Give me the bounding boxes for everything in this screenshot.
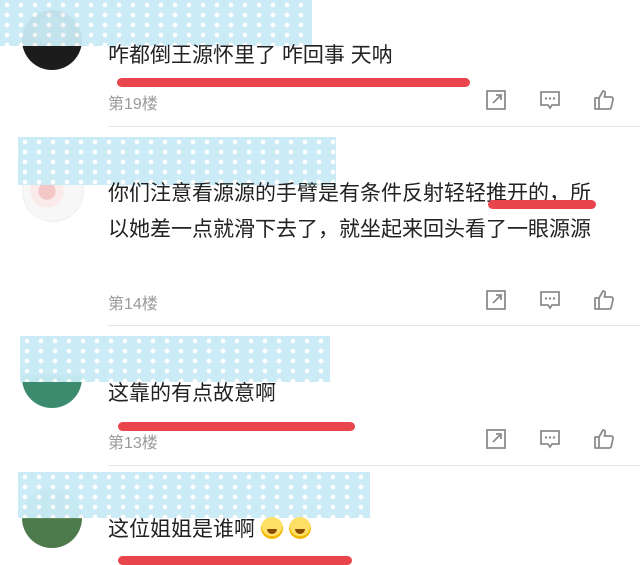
comment-text-body: 这位姐姐是谁啊 <box>108 518 255 541</box>
comment-icon[interactable] <box>538 88 562 112</box>
comment-item: 你们注意看源源的手臂是有条件反射轻轻推开的，所以她差一点就滑下去了，就坐起来回头… <box>0 127 640 325</box>
thumbs-up-icon[interactable] <box>592 288 616 312</box>
floor-label: 第19楼 <box>108 96 158 113</box>
laughing-crying-emoji-icon <box>261 517 283 539</box>
highlight-underline <box>117 78 470 87</box>
thumbs-up-icon[interactable] <box>592 88 616 112</box>
floor-label: 第14楼 <box>108 296 158 313</box>
share-icon[interactable] <box>484 88 508 112</box>
comment-actions <box>484 427 616 451</box>
share-icon[interactable] <box>484 288 508 312</box>
comment-text: 咋都倒王源怀里了 咋回事 天呐 <box>108 44 393 67</box>
thumbs-up-icon[interactable] <box>592 427 616 451</box>
comment-actions <box>484 88 616 112</box>
highlight-underline <box>488 200 596 209</box>
floor-label: 第13楼 <box>108 435 158 452</box>
share-icon[interactable] <box>484 427 508 451</box>
laughing-crying-emoji-icon <box>289 517 311 539</box>
comment-text: 这位姐姐是谁啊 <box>108 512 610 548</box>
comment-item: 咋都倒王源怀里了 咋回事 天呐 第19楼 <box>0 0 640 126</box>
comment-icon[interactable] <box>538 427 562 451</box>
comment-item: 这位姐姐是谁啊 <box>0 466 640 565</box>
comment-actions <box>484 288 616 312</box>
highlight-underline <box>118 556 352 565</box>
comment-icon[interactable] <box>538 288 562 312</box>
comment-text: 你们注意看源源的手臂是有条件反射轻轻推开的，所以她差一点就滑下去了，就坐起来回头… <box>108 182 591 241</box>
comment-text: 这靠的有点故意啊 <box>108 382 276 405</box>
comment-item: 这靠的有点故意啊 第13楼 <box>0 326 640 465</box>
